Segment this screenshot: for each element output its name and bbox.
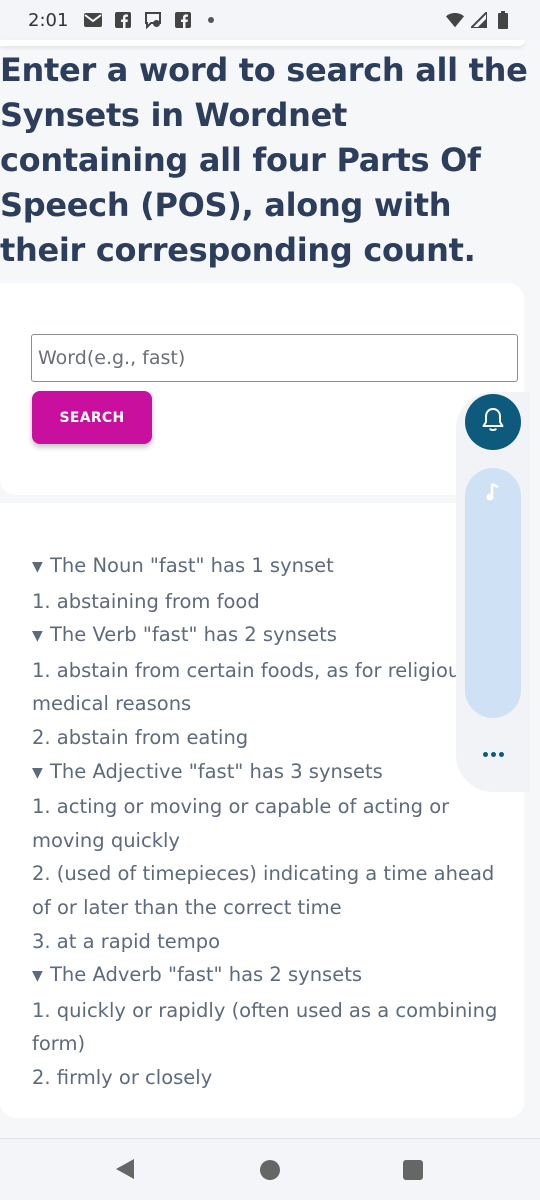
more-dot	[482, 751, 488, 757]
status-right	[446, 11, 512, 29]
battery-icon	[494, 11, 512, 29]
triangle-down-icon: ▼	[32, 968, 43, 985]
synset-definition: 1. abstain from certain foods, as for re…	[32, 658, 487, 716]
navigation-bar	[0, 1138, 540, 1200]
status-bar: 2:01	[0, 0, 540, 40]
word-search-input[interactable]	[31, 334, 518, 382]
back-icon[interactable]	[116, 1159, 134, 1184]
app-header-edge	[0, 40, 525, 46]
pos-heading[interactable]: ▼ The Adjective "fast" has 3 synsets	[32, 755, 502, 791]
synset-definition: 1. quickly or rapidly (often used as a c…	[32, 998, 498, 1056]
messenger-icon	[144, 11, 162, 29]
music-volume-slider[interactable]	[465, 468, 521, 718]
synset-definition: 2. abstain from eating	[32, 725, 249, 749]
synset-definition: 1. abstaining from food	[32, 589, 260, 613]
synset-definition: 2. (used of timepieces) indicating a tim…	[32, 862, 495, 919]
pos-heading[interactable]: ▼ The Verb "fast" has 2 synsets	[32, 618, 502, 654]
triangle-down-icon: ▼	[32, 559, 43, 575]
triangle-down-icon: ▼	[32, 764, 43, 781]
home-icon[interactable]	[260, 1160, 280, 1180]
synset-definition: 3. at a rapid tempo	[32, 929, 221, 953]
facebook-icon	[114, 11, 132, 29]
synset-definition: 2. firmly or closely	[32, 1065, 213, 1089]
more-dot	[490, 751, 496, 757]
bell-icon	[481, 407, 505, 438]
status-left: 2:01	[28, 9, 215, 31]
synset-definition: 1. acting or moving or capable of acting…	[32, 795, 450, 852]
pos-heading[interactable]: ▼ The Adverb "fast" has 2 synsets	[32, 958, 502, 994]
more-dot	[498, 751, 504, 757]
search-button[interactable]: SEARCH	[32, 391, 152, 444]
status-time: 2:01	[28, 9, 69, 31]
page-title: Enter a word to search all the Synsets i…	[0, 51, 528, 269]
search-card	[0, 283, 524, 495]
wifi-icon	[446, 11, 464, 29]
pos-heading-text: The Verb "fast" has 2 synsets	[50, 623, 337, 647]
signal-icon	[470, 11, 488, 29]
pos-heading-text: The Adverb "fast" has 2 synsets	[50, 963, 363, 987]
pos-heading-text: The Noun "fast" has 1 synset	[50, 554, 334, 577]
triangle-down-icon: ▼	[32, 628, 43, 645]
pos-heading-text: The Adjective "fast" has 3 synsets	[50, 759, 383, 783]
pos-heading[interactable]: ▼ The Noun "fast" has 1 synset	[32, 549, 502, 585]
music-note-icon	[486, 482, 500, 718]
notification-bell-button[interactable]	[465, 394, 521, 450]
gmail-icon	[84, 11, 103, 29]
facebook-icon	[174, 11, 192, 29]
results-list: ▼ The Noun "fast" has 1 synset 1. abstaini…	[32, 549, 502, 1095]
recent-apps-icon[interactable]	[403, 1160, 423, 1180]
notification-dot	[208, 17, 215, 23]
more-options-button[interactable]	[472, 738, 514, 770]
